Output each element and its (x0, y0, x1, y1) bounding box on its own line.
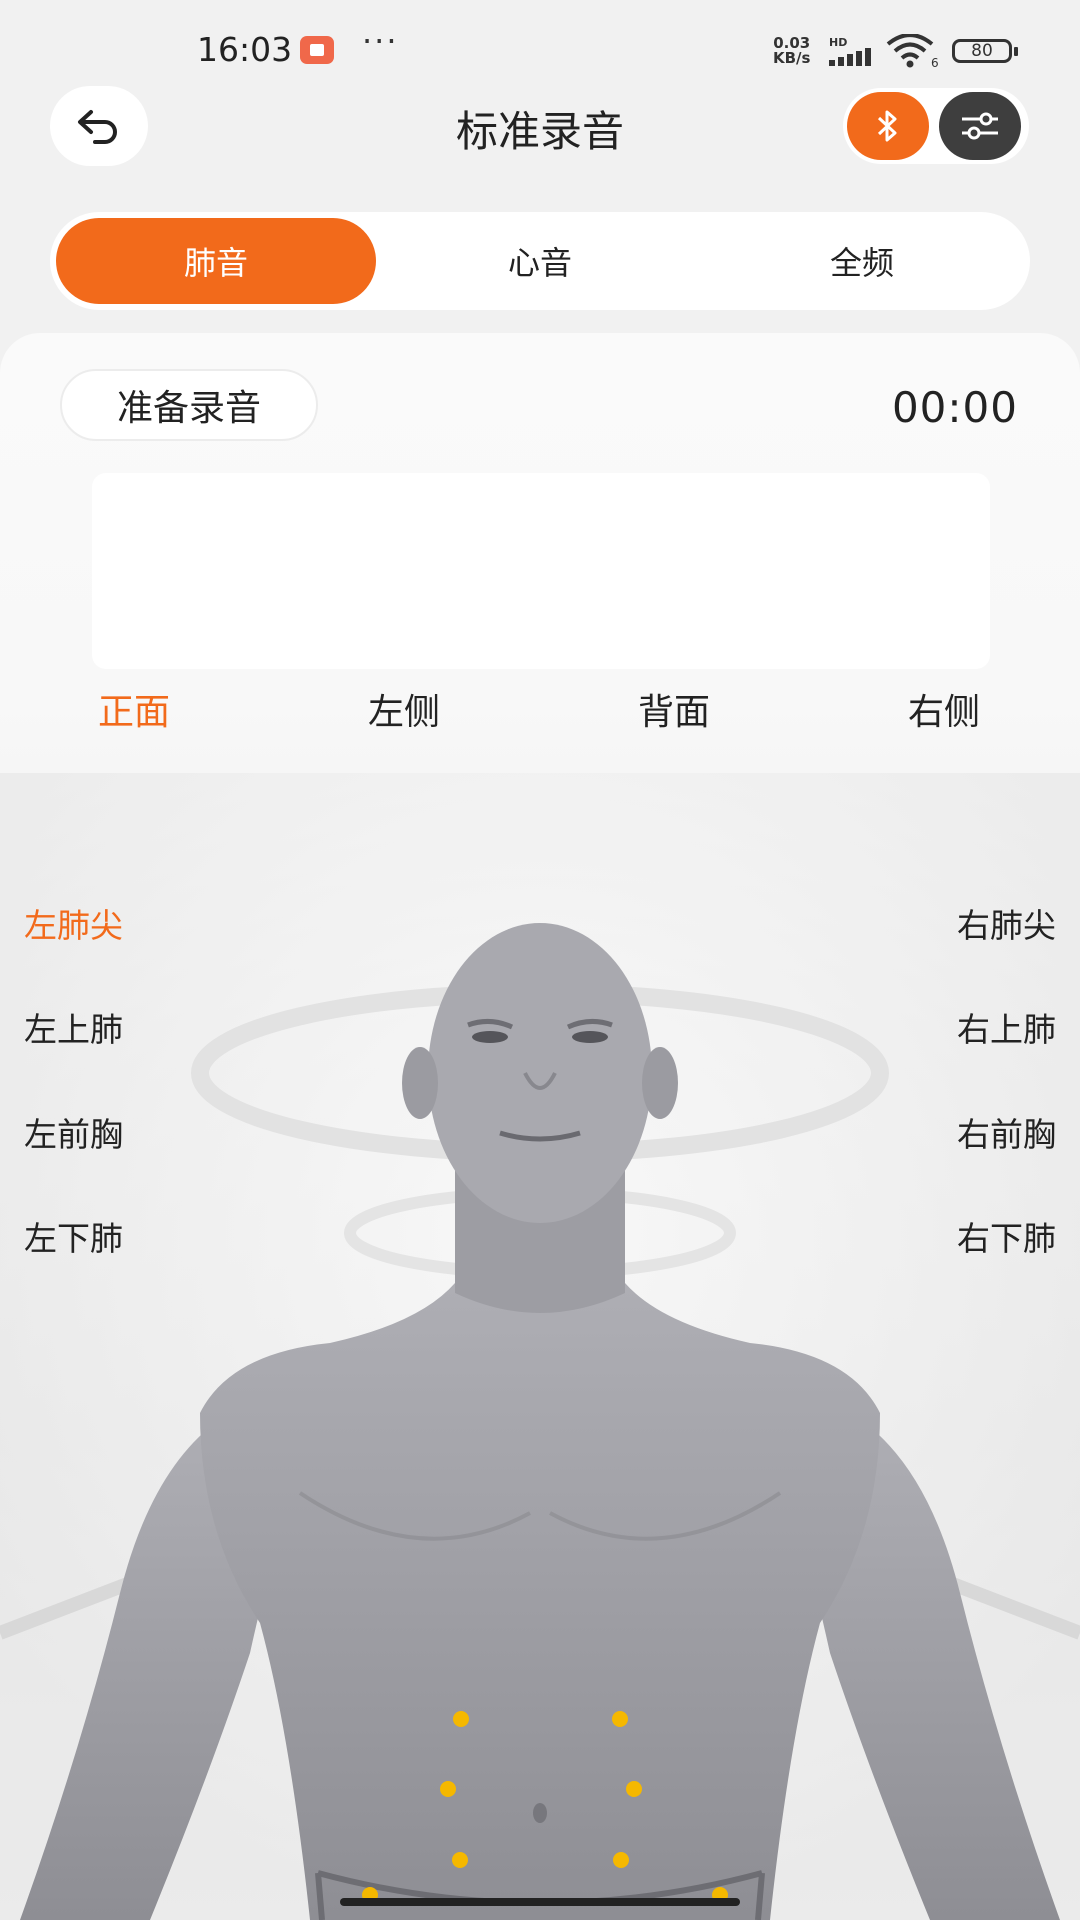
view-tab-back[interactable]: 背面 (574, 683, 774, 735)
sliders-icon (962, 112, 998, 140)
ready-record-button[interactable]: 准备录音 (60, 369, 318, 441)
page-title: 标准录音 (455, 107, 624, 156)
more-notifications-icon: ··· (362, 22, 399, 60)
marker-right-apex[interactable] (612, 1711, 628, 1727)
point-right-lower-lung[interactable]: 右下肺 (957, 1212, 1056, 1260)
tab-heart-sound[interactable]: 心音 (380, 218, 700, 304)
marker-left-upper-lung[interactable] (440, 1781, 456, 1797)
marker-right-anterior-chest[interactable] (613, 1852, 629, 1868)
bluetooth-button[interactable] (847, 92, 929, 160)
status-time: 16:03 (197, 30, 293, 69)
view-tab-right[interactable]: 右侧 (844, 683, 1044, 735)
record-timer: 00:00 (891, 383, 1018, 432)
back-arrow-icon (78, 110, 117, 144)
view-tab-left[interactable]: 左侧 (304, 683, 504, 735)
cell-signal-icon (829, 48, 871, 66)
waveform-area (92, 473, 990, 669)
battery-indicator: 80 (952, 39, 1018, 63)
network-speed: 0.03 KB/s (773, 36, 810, 66)
point-right-upper-lung[interactable]: 右上肺 (957, 1003, 1056, 1051)
mode-tab-bar: 肺音 心音 全频 (50, 212, 1030, 310)
marker-left-apex[interactable] (453, 1711, 469, 1727)
network-speed-unit: KB/s (773, 49, 811, 67)
point-left-lower-lung[interactable]: 左下肺 (24, 1212, 123, 1260)
body-model-scene (0, 773, 1080, 1920)
marker-left-anterior-chest[interactable] (452, 1852, 468, 1868)
tab-full-frequency[interactable]: 全频 (702, 218, 1022, 304)
settings-button[interactable] (939, 92, 1021, 160)
point-right-anterior-chest[interactable]: 右前胸 (957, 1108, 1056, 1156)
wifi-level: 6 (931, 56, 939, 68)
tab-lung-sound[interactable]: 肺音 (56, 218, 376, 304)
point-left-anterior-chest[interactable]: 左前胸 (24, 1108, 123, 1156)
recording-panel: 准备录音 00:00 正面 左侧 背面 右侧 左肺尖 左上肺 左前胸 左下肺 右… (0, 333, 1080, 1920)
bluetooth-icon (877, 110, 897, 142)
status-bar: 16:03 ··· 0.03 KB/s HD 6 80 (0, 0, 1080, 100)
point-right-apex[interactable]: 右肺尖 (957, 899, 1056, 947)
wifi-icon: 6 (886, 34, 939, 68)
point-left-upper-lung[interactable]: 左上肺 (24, 1003, 123, 1051)
marker-right-upper-lung[interactable] (626, 1781, 642, 1797)
point-left-apex[interactable]: 左肺尖 (24, 899, 123, 947)
back-button[interactable] (50, 86, 148, 166)
view-tab-front[interactable]: 正面 (34, 683, 234, 735)
home-indicator[interactable] (340, 1898, 740, 1906)
app-notification-icon (300, 36, 334, 64)
